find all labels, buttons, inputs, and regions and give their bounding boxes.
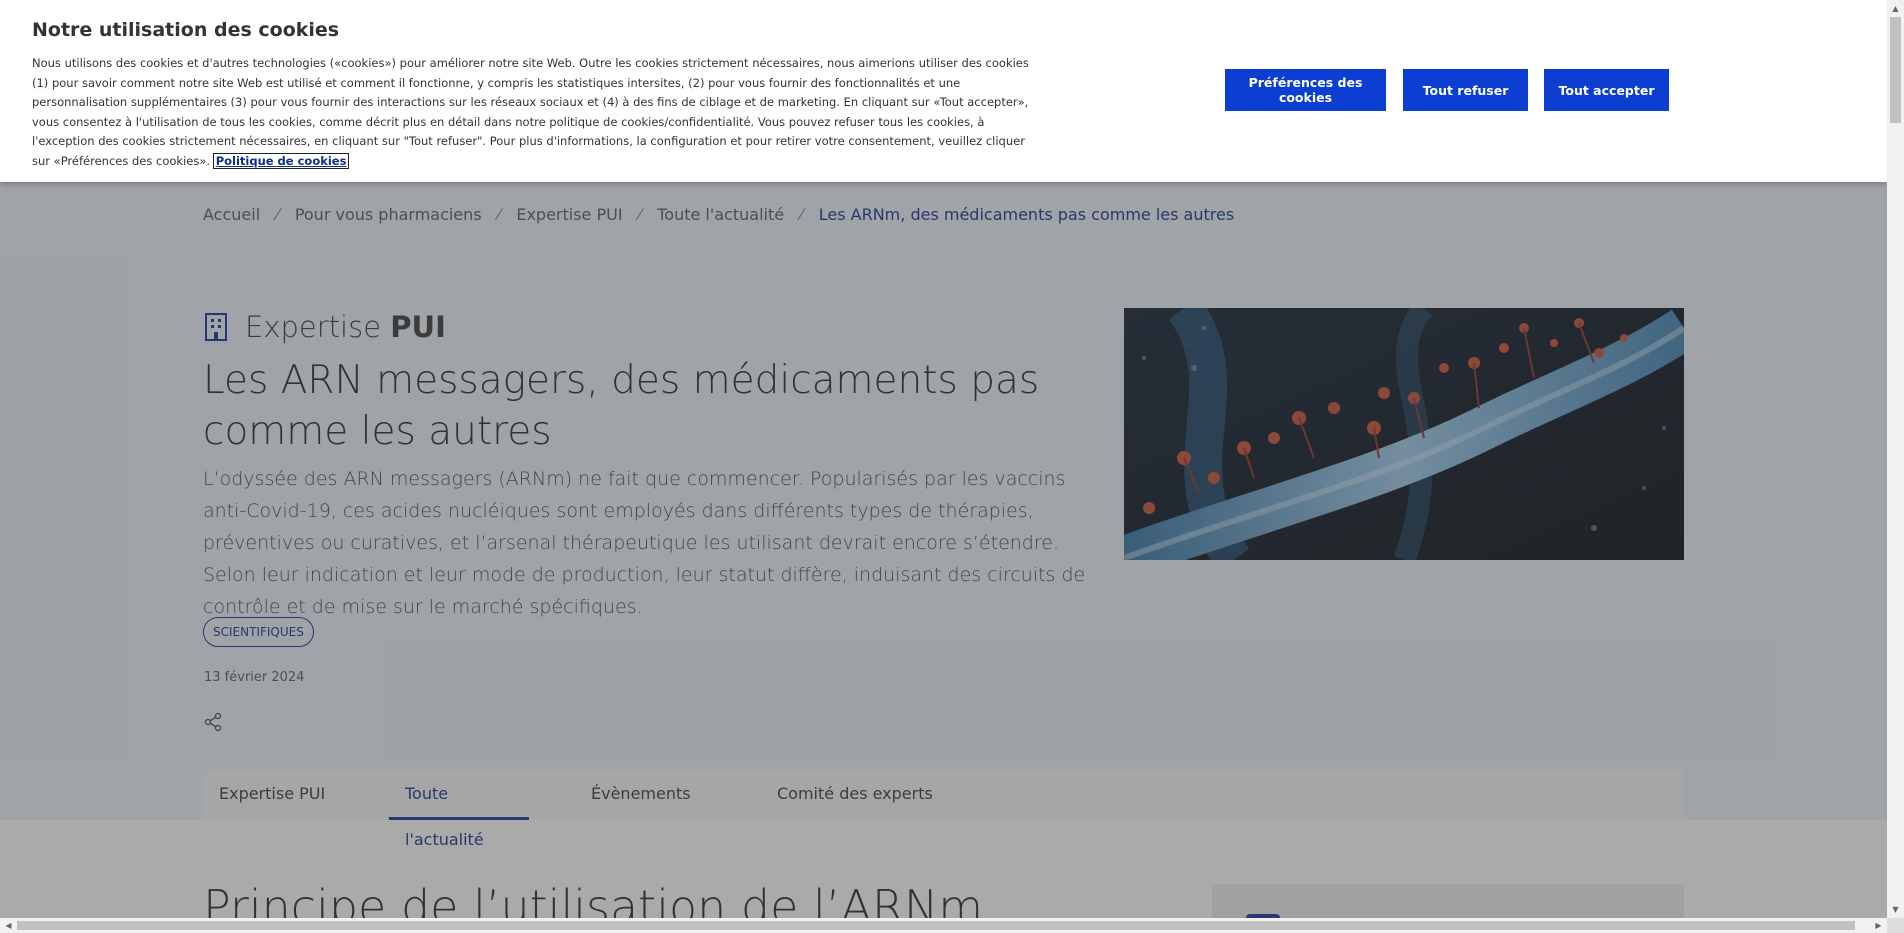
scrollbar-corner bbox=[1887, 918, 1904, 933]
vertical-scrollbar[interactable]: ▲ ▼ bbox=[1887, 0, 1904, 918]
reject-all-button[interactable]: Tout refuser bbox=[1403, 69, 1528, 111]
cookie-banner: Notre utilisation des cookies Nous utili… bbox=[0, 0, 1887, 182]
vertical-scroll-thumb[interactable] bbox=[1890, 17, 1901, 123]
scroll-down-icon[interactable]: ▼ bbox=[1887, 901, 1904, 918]
page: Accueil ⁄ Pour vous pharmaciens ⁄ Expert… bbox=[0, 0, 1887, 918]
cookie-policy-link[interactable]: Politique de cookies bbox=[212, 152, 350, 169]
cookie-banner-body: Nous utilisons des cookies et d'autres t… bbox=[32, 56, 1029, 168]
horizontal-scrollbar[interactable]: ◀ ▶ bbox=[0, 918, 1887, 933]
accept-all-button[interactable]: Tout accepter bbox=[1544, 69, 1669, 111]
scroll-right-icon[interactable]: ▶ bbox=[1870, 918, 1887, 933]
scroll-up-icon[interactable]: ▲ bbox=[1887, 0, 1904, 17]
horizontal-scroll-thumb[interactable] bbox=[17, 921, 1855, 930]
cookie-banner-text: Nous utilisons des cookies et d'autres t… bbox=[32, 54, 1032, 171]
cookie-banner-title: Notre utilisation des cookies bbox=[32, 19, 340, 41]
scroll-left-icon[interactable]: ◀ bbox=[0, 918, 17, 933]
cookie-preferences-button[interactable]: Préférences des cookies bbox=[1225, 69, 1386, 111]
